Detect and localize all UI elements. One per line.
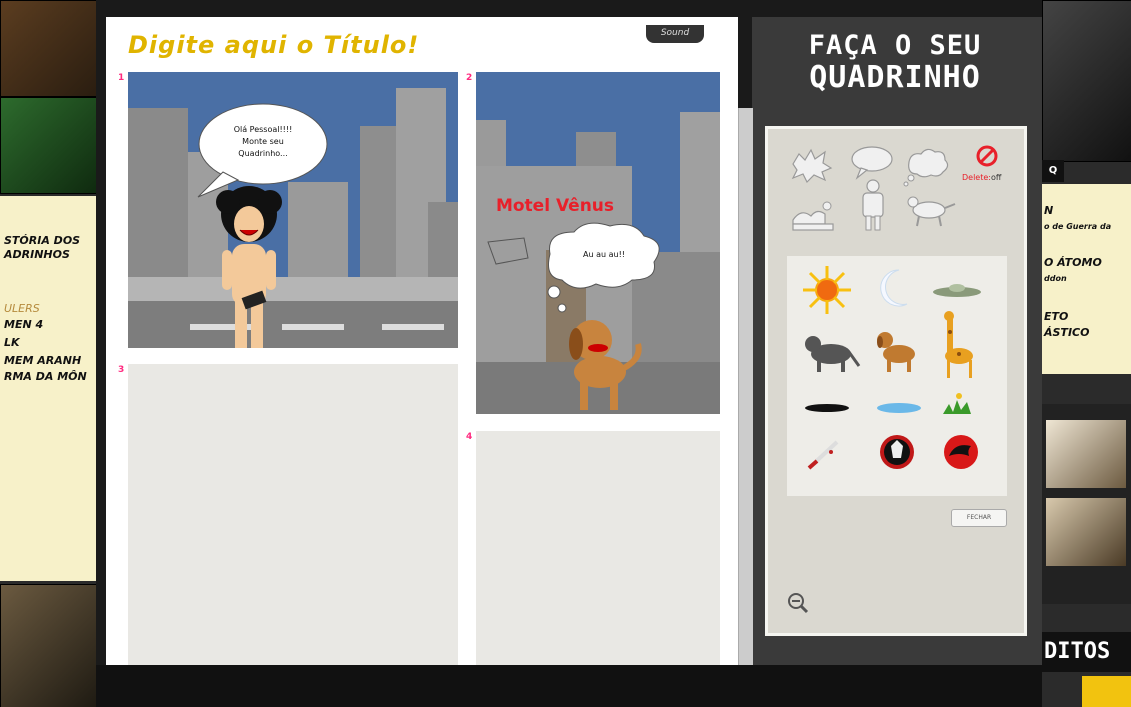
right-menu-item[interactable]: O ÁTOMO [1044, 256, 1102, 270]
credits-label: DITOS [1044, 639, 1111, 664]
left-menu: STÓRIA DOS ADRINHOS ULERS MEN 4 LK MEM A… [0, 196, 96, 581]
comic-thumbnail [0, 0, 96, 97]
headline-line1: FAÇA O SEU [808, 30, 982, 61]
sticker-gallery [787, 256, 1007, 496]
panel-number: 2 [466, 73, 473, 83]
right-menu-item[interactable]: N [1044, 204, 1053, 218]
left-menu-item[interactable]: MEM ARANH [4, 354, 81, 368]
right-menu-item[interactable]: o de Guerra da [1044, 220, 1111, 234]
delete-icon[interactable] [976, 145, 998, 167]
left-menu-item[interactable]: MEN 4 [4, 318, 43, 332]
road-marking [282, 324, 344, 330]
bottom-bar [96, 665, 1042, 707]
sidewalk [128, 277, 458, 301]
moon-sticker[interactable] [880, 269, 908, 307]
thought-balloon-icon[interactable] [903, 148, 949, 187]
video-thumbnail[interactable] [1046, 498, 1126, 566]
comic-editor: Digite aqui o Título! 1 Olá Pessoal!!!! … [106, 17, 738, 665]
road-marking [382, 324, 444, 330]
comic-title-input[interactable]: Digite aqui o Título! [128, 31, 419, 59]
headline-line2: QUADRINHO [809, 60, 981, 95]
delete-toggle[interactable]: Delete:off [962, 173, 1001, 182]
panel-number: 3 [118, 365, 125, 375]
bloody-knife-sticker[interactable] [807, 440, 839, 470]
delete-label: Delete: [962, 173, 991, 182]
right-menu-item[interactable]: ddon [1044, 272, 1067, 286]
zoom-out-icon[interactable] [786, 591, 810, 615]
left-menu-heading: ULERS [4, 302, 40, 315]
speech-balloon-text: Olá Pessoal!!!! Monte seu Quadrinho... [233, 125, 293, 158]
motel-sign: Motel Vênus [495, 196, 615, 216]
section-tag: Q [1042, 160, 1064, 182]
right-menu: N o de Guerra da O ÁTOMO ddon ETO ÁSTICO [1042, 184, 1131, 374]
left-menu-item[interactable]: RMA DA MÔN [4, 370, 87, 384]
background-left-strip: STÓRIA DOS ADRINHOS ULERS MEN 4 LK MEM A… [0, 0, 96, 707]
dog-sticker[interactable] [877, 332, 915, 372]
credits-link[interactable]: CRE DITOS [980, 632, 1131, 672]
background-right-strip: Q N o de Guerra da O ÁTOMO ddon ETO ÁSTI… [1042, 0, 1131, 707]
person-icon[interactable] [862, 179, 884, 231]
left-menu-item[interactable]: STÓRIA DOS [4, 234, 80, 248]
comic-panel-2[interactable]: Motel Vênus Au au au!! [476, 72, 720, 414]
video-thumbnail[interactable] [1046, 420, 1126, 488]
spiky-balloon-icon[interactable] [791, 148, 833, 184]
skull-emblem-sticker[interactable] [880, 435, 914, 469]
right-menu-item[interactable]: ÁSTICO [1044, 326, 1089, 340]
hole-sticker[interactable] [805, 404, 849, 412]
panel-number: 1 [118, 73, 125, 83]
comic-panel-4[interactable] [476, 431, 720, 665]
grass-sticker[interactable] [943, 393, 971, 414]
comic-panel-3[interactable] [128, 364, 458, 665]
close-button[interactable]: FECHAR [951, 509, 1007, 527]
yellow-block [1082, 676, 1131, 707]
sun-sticker[interactable] [803, 266, 851, 314]
puddle-sticker[interactable] [877, 403, 921, 413]
right-menu-item[interactable]: ETO [1044, 310, 1068, 324]
giraffe-sticker[interactable] [944, 311, 973, 378]
cat-sticker[interactable] [805, 336, 861, 372]
balloon-tools [791, 145, 998, 231]
comic-thumbnail [1042, 0, 1131, 162]
ufo-sticker[interactable] [933, 284, 981, 297]
comic-panel-1[interactable]: Olá Pessoal!!!! Monte seu Quadrinho... [128, 72, 458, 348]
headline: FAÇA O SEU QUADRINHO [780, 30, 1010, 94]
comic-thumbnail [0, 97, 96, 194]
comic-thumbnail [0, 584, 96, 707]
scrollbar[interactable] [738, 108, 753, 665]
panel-number: 4 [466, 432, 473, 442]
video-thumbnails [1042, 404, 1131, 604]
thundercats-emblem-sticker[interactable] [944, 435, 978, 469]
left-menu-item[interactable]: LK [4, 336, 20, 350]
sound-toggle[interactable]: Sound [646, 25, 704, 43]
delete-state: off [990, 173, 1002, 182]
speech-balloon-icon[interactable] [851, 146, 893, 180]
animal-icon[interactable] [907, 196, 956, 227]
scenery-icon[interactable] [792, 201, 834, 231]
thought-balloon-text: Au au au!! [583, 250, 625, 259]
left-menu-item[interactable]: ADRINHOS [4, 248, 70, 262]
